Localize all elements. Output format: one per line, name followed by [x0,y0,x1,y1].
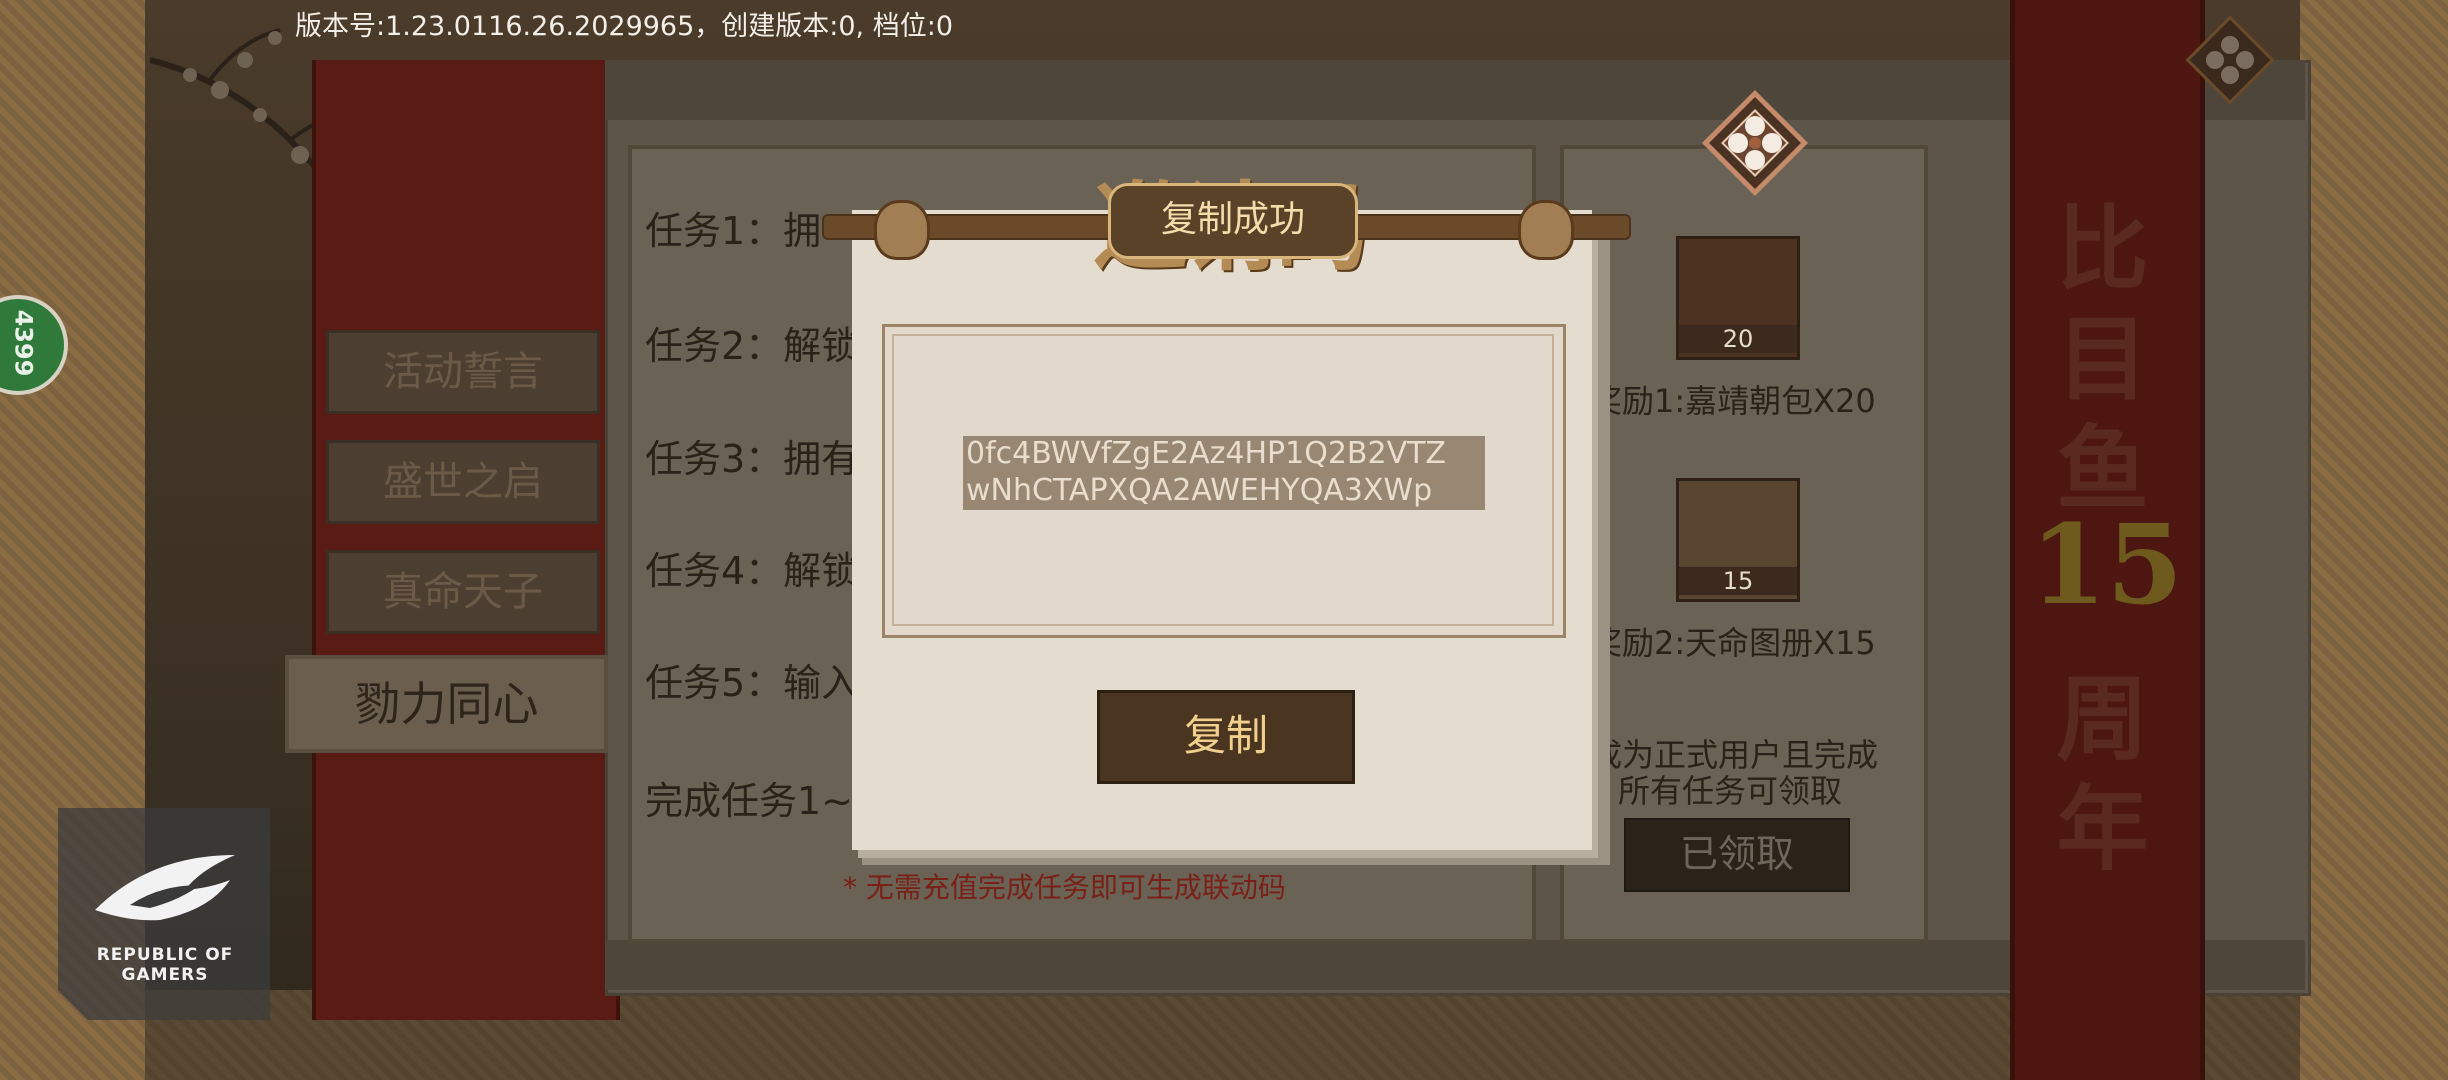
reward-condition-2: 所有任务可领取 [1618,772,1843,810]
banner-number: 15 [2030,500,2184,629]
flower-menu-icon[interactable] [2185,15,2275,105]
tab-united-effort[interactable]: 勠力同心 [285,655,608,753]
reward-1-count: 20 [1679,325,1797,353]
notice-text: * 无需充值完成任务即可生成联动码 [843,871,1286,904]
invite-code-line-2[interactable]: wNhCTAPXQA2AWEHYQA3XWp [966,473,1486,509]
reward-2-label: 奖励2:天命图册X15 [1590,624,1876,662]
version-text: 版本号:1.23.0116.26.2029965，创建版本:0, 档位:0 [295,11,953,42]
rog-eye-icon [95,855,235,921]
claimed-button[interactable]: 已领取 [1624,818,1850,892]
right-pattern-border [2300,0,2448,1080]
rog-line-1: REPUBLIC OF [96,945,234,965]
invite-code-line-1[interactable]: 0fc4BWVfZgE2Az4HP1Q2B2VTZ [966,436,1486,472]
rog-line-2: GAMERS [121,965,209,985]
tab-prosperity-start[interactable]: 盛世之启 [326,440,600,524]
scroll-knob-icon [874,200,930,260]
left-red-ribbon [312,60,620,1020]
tab-true-emperor[interactable]: 真命天子 [326,550,600,634]
badge-text: 4399 [9,309,38,377]
copy-success-toast: 复制成功 [1108,183,1358,259]
scroll-knob-icon [1518,200,1574,260]
rog-label: REPUBLIC OF GAMERS [60,945,270,985]
flower-close-icon[interactable] [1700,88,1810,198]
reward-2-count: 15 [1679,567,1797,595]
banner-char-5: 年 [2056,775,2149,883]
tab-activity-oath[interactable]: 活动誓言 [326,330,600,414]
reward-1-label: 奖励1:嘉靖朝包X20 [1590,382,1876,420]
copy-button[interactable]: 复制 [1097,690,1355,784]
